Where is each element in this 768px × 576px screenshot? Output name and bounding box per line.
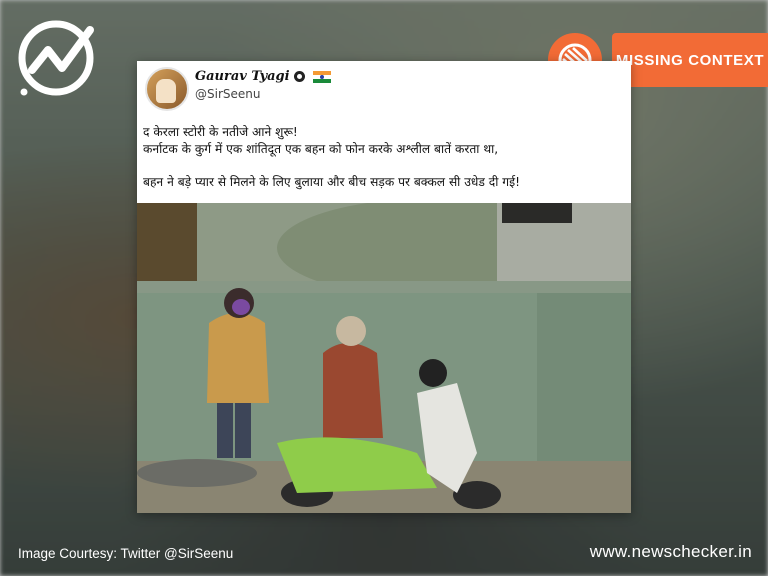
avatar <box>145 67 189 111</box>
author-handle: @SirSeenu <box>195 87 261 101</box>
tweet-line: बहन ने बड़े प्यार से मिलने के लिए बुलाया… <box>143 175 521 189</box>
tweet-video-frame <box>137 203 631 513</box>
image-credit: Image Courtesy: Twitter @SirSeenu <box>18 546 234 561</box>
author-name: Gaurav Tyagi <box>195 69 290 84</box>
tweet-line: द केरला स्टोरी के नतीजे आने शुरू! <box>143 125 298 139</box>
verdict-badge: MISSING CONTEXT <box>612 33 768 87</box>
tweet-line: कर्नाटक के कुर्ग में एक शांतिदूत एक बहन … <box>143 142 499 156</box>
newschecker-logo-icon <box>14 16 98 100</box>
author-row: Gaurav Tyagi <box>195 69 331 84</box>
site-url: www.newschecker.in <box>589 542 752 561</box>
verified-icon <box>293 71 305 82</box>
tweet-text: द केरला स्टोरी के नतीजे आने शुरू! कर्नाट… <box>143 124 627 191</box>
india-flag-icon <box>312 70 331 83</box>
tweet-card: Gaurav Tyagi @SirSeenu द केरला स्टोरी के… <box>137 61 631 513</box>
